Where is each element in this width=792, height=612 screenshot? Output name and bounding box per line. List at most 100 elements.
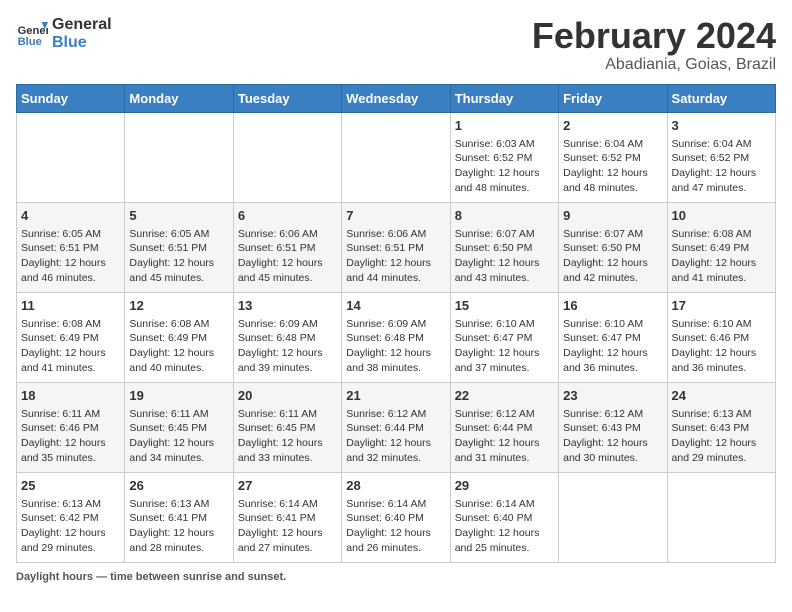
svg-text:General: General [18, 25, 48, 37]
day-info: Sunrise: 6:11 AM Sunset: 6:45 PM Dayligh… [238, 407, 337, 466]
day-number: 4 [21, 207, 120, 225]
day-info: Sunrise: 6:14 AM Sunset: 6:41 PM Dayligh… [238, 497, 337, 556]
calendar-cell: 17 Sunrise: 6:10 AM Sunset: 6:46 PM Dayli… [667, 292, 775, 382]
calendar-cell [233, 112, 341, 202]
day-info: Sunrise: 6:07 AM Sunset: 6:50 PM Dayligh… [563, 227, 662, 286]
footer-text: — time between sunrise and sunset. [93, 571, 286, 583]
day-info: Sunrise: 6:11 AM Sunset: 6:45 PM Dayligh… [129, 407, 228, 466]
day-number: 27 [238, 477, 337, 495]
footer: Daylight hours — time between sunrise an… [16, 571, 776, 583]
day-info: Sunrise: 6:10 AM Sunset: 6:47 PM Dayligh… [563, 317, 662, 376]
day-number: 7 [346, 207, 445, 225]
day-info: Sunrise: 6:11 AM Sunset: 6:46 PM Dayligh… [21, 407, 120, 466]
day-number: 12 [129, 297, 228, 315]
calendar-cell: 1Sunrise: 6:03 AM Sunset: 6:52 PM Daylig… [450, 112, 558, 202]
day-number: 10 [672, 207, 771, 225]
footer-label: Daylight hours [16, 571, 93, 583]
day-info: Sunrise: 6:09 AM Sunset: 6:48 PM Dayligh… [238, 317, 337, 376]
day-number: 11 [21, 297, 120, 315]
day-number: 9 [563, 207, 662, 225]
calendar-cell: 2 Sunrise: 6:04 AM Sunset: 6:52 PM Daylig… [559, 112, 667, 202]
day-info: Sunrise: 6:10 AM Sunset: 6:47 PM Dayligh… [455, 317, 554, 376]
day-info: Sunrise: 6:08 AM Sunset: 6:49 PM Dayligh… [21, 317, 120, 376]
calendar-cell: 3 Sunrise: 6:04 AM Sunset: 6:52 PM Daylig… [667, 112, 775, 202]
day-info: Sunrise: 6:05 AM Sunset: 6:51 PM Dayligh… [129, 227, 228, 286]
calendar-cell: 15 Sunrise: 6:10 AM Sunset: 6:47 PM Dayli… [450, 292, 558, 382]
calendar-cell: 4 Sunrise: 6:05 AM Sunset: 6:51 PM Daylig… [17, 202, 125, 292]
svg-text:Blue: Blue [18, 36, 42, 48]
calendar-cell: 25Sunrise: 6:13 AM Sunset: 6:42 PM Dayli… [17, 472, 125, 562]
day-info: Sunrise: 6:14 AM Sunset: 6:40 PM Dayligh… [346, 497, 445, 556]
day-number: 6 [238, 207, 337, 225]
calendar-cell [559, 472, 667, 562]
day-info: Sunrise: 6:09 AM Sunset: 6:48 PM Dayligh… [346, 317, 445, 376]
header-cell-thursday: Thursday [450, 84, 558, 112]
day-info: Sunrise: 6:04 AM Sunset: 6:52 PM Dayligh… [672, 137, 771, 196]
day-info: Sunrise: 6:07 AM Sunset: 6:50 PM Dayligh… [455, 227, 554, 286]
calendar-week-0: 1Sunrise: 6:03 AM Sunset: 6:52 PM Daylig… [17, 112, 776, 202]
calendar-cell: 12 Sunrise: 6:08 AM Sunset: 6:49 PM Dayli… [125, 292, 233, 382]
day-info: Sunrise: 6:10 AM Sunset: 6:46 PM Dayligh… [672, 317, 771, 376]
day-info: Sunrise: 6:06 AM Sunset: 6:51 PM Dayligh… [346, 227, 445, 286]
calendar-cell: 20Sunrise: 6:11 AM Sunset: 6:45 PM Dayli… [233, 382, 341, 472]
day-number: 24 [672, 387, 771, 405]
calendar-cell: 16 Sunrise: 6:10 AM Sunset: 6:47 PM Dayli… [559, 292, 667, 382]
day-info: Sunrise: 6:13 AM Sunset: 6:42 PM Dayligh… [21, 497, 120, 556]
calendar-cell: 7 Sunrise: 6:06 AM Sunset: 6:51 PM Daylig… [342, 202, 450, 292]
day-number: 14 [346, 297, 445, 315]
day-info: Sunrise: 6:03 AM Sunset: 6:52 PM Dayligh… [455, 137, 554, 196]
day-number: 3 [672, 117, 771, 135]
day-number: 29 [455, 477, 554, 495]
day-info: Sunrise: 6:06 AM Sunset: 6:51 PM Dayligh… [238, 227, 337, 286]
logo-line1: General [52, 16, 112, 34]
day-info: Sunrise: 6:12 AM Sunset: 6:44 PM Dayligh… [455, 407, 554, 466]
day-number: 19 [129, 387, 228, 405]
calendar-cell: 9 Sunrise: 6:07 AM Sunset: 6:50 PM Daylig… [559, 202, 667, 292]
day-number: 13 [238, 297, 337, 315]
calendar-week-3: 18 Sunrise: 6:11 AM Sunset: 6:46 PM Dayli… [17, 382, 776, 472]
calendar-cell: 19 Sunrise: 6:11 AM Sunset: 6:45 PM Dayli… [125, 382, 233, 472]
calendar-body: 1Sunrise: 6:03 AM Sunset: 6:52 PM Daylig… [17, 112, 776, 562]
calendar-cell: 8 Sunrise: 6:07 AM Sunset: 6:50 PM Daylig… [450, 202, 558, 292]
calendar-cell [342, 112, 450, 202]
calendar-cell: 13 Sunrise: 6:09 AM Sunset: 6:48 PM Dayli… [233, 292, 341, 382]
day-info: Sunrise: 6:12 AM Sunset: 6:43 PM Dayligh… [563, 407, 662, 466]
header-cell-sunday: Sunday [17, 84, 125, 112]
calendar-cell: 6 Sunrise: 6:06 AM Sunset: 6:51 PM Daylig… [233, 202, 341, 292]
calendar-cell: 14 Sunrise: 6:09 AM Sunset: 6:48 PM Dayli… [342, 292, 450, 382]
calendar-cell: 28Sunrise: 6:14 AM Sunset: 6:40 PM Dayli… [342, 472, 450, 562]
header-cell-tuesday: Tuesday [233, 84, 341, 112]
calendar-cell: 21Sunrise: 6:12 AM Sunset: 6:44 PM Dayli… [342, 382, 450, 472]
day-number: 23 [563, 387, 662, 405]
day-info: Sunrise: 6:04 AM Sunset: 6:52 PM Dayligh… [563, 137, 662, 196]
day-number: 5 [129, 207, 228, 225]
calendar-week-1: 4 Sunrise: 6:05 AM Sunset: 6:51 PM Daylig… [17, 202, 776, 292]
day-info: Sunrise: 6:05 AM Sunset: 6:51 PM Dayligh… [21, 227, 120, 286]
header-cell-wednesday: Wednesday [342, 84, 450, 112]
day-number: 8 [455, 207, 554, 225]
day-number: 16 [563, 297, 662, 315]
day-number: 2 [563, 117, 662, 135]
logo-line2: Blue [52, 34, 112, 52]
calendar-cell [17, 112, 125, 202]
calendar-week-4: 25Sunrise: 6:13 AM Sunset: 6:42 PM Dayli… [17, 472, 776, 562]
day-info: Sunrise: 6:08 AM Sunset: 6:49 PM Dayligh… [129, 317, 228, 376]
header-cell-monday: Monday [125, 84, 233, 112]
calendar-cell [667, 472, 775, 562]
calendar-cell: 22Sunrise: 6:12 AM Sunset: 6:44 PM Dayli… [450, 382, 558, 472]
month-year-title: February 2024 [532, 16, 776, 56]
calendar-cell: 10 Sunrise: 6:08 AM Sunset: 6:49 PM Dayli… [667, 202, 775, 292]
day-number: 18 [21, 387, 120, 405]
day-info: Sunrise: 6:08 AM Sunset: 6:49 PM Dayligh… [672, 227, 771, 286]
logo-icon: General Blue [16, 18, 48, 50]
day-number: 15 [455, 297, 554, 315]
calendar-cell: 11 Sunrise: 6:08 AM Sunset: 6:49 PM Dayli… [17, 292, 125, 382]
title-area: February 2024 Abadiania, Goias, Brazil [532, 16, 776, 74]
logo: General Blue General Blue [16, 16, 112, 51]
calendar-cell: 29Sunrise: 6:14 AM Sunset: 6:40 PM Dayli… [450, 472, 558, 562]
calendar-week-2: 11 Sunrise: 6:08 AM Sunset: 6:49 PM Dayli… [17, 292, 776, 382]
calendar-cell: 23 Sunrise: 6:12 AM Sunset: 6:43 PM Dayli… [559, 382, 667, 472]
calendar-cell: 18 Sunrise: 6:11 AM Sunset: 6:46 PM Dayli… [17, 382, 125, 472]
day-number: 17 [672, 297, 771, 315]
day-info: Sunrise: 6:13 AM Sunset: 6:41 PM Dayligh… [129, 497, 228, 556]
